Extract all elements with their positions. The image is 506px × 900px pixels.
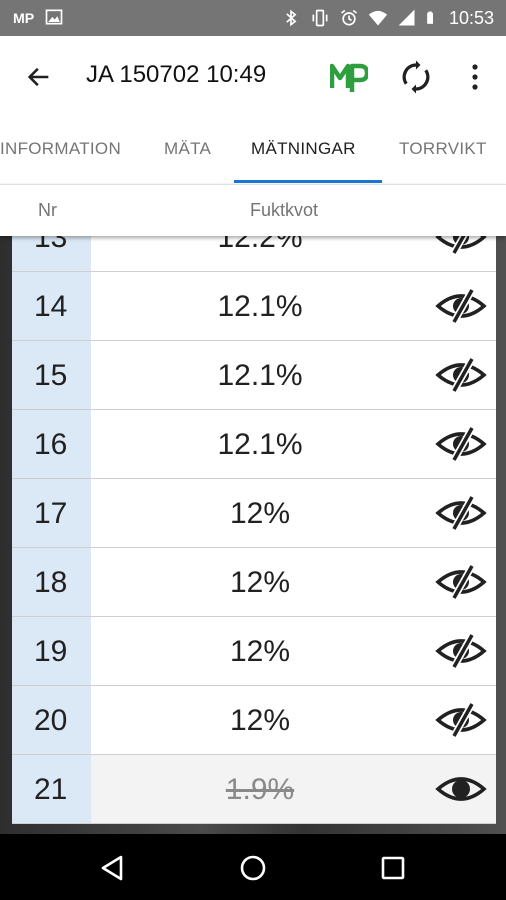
home-circle-icon	[240, 855, 266, 881]
tab-bar: INFORMATION MÄTA MÄTNINGAR TORRVIKT	[0, 116, 506, 184]
row-number: 19	[34, 635, 68, 668]
moisture-value: 12.2%	[217, 236, 303, 254]
row-number: 13	[34, 236, 68, 254]
moisture-value: 12%	[229, 704, 291, 737]
active-tab-indicator	[234, 180, 382, 183]
column-header-nr: Nr	[38, 200, 57, 220]
table-row[interactable]: 20 12%	[12, 686, 496, 755]
tab-mata[interactable]: MÄTA	[164, 138, 211, 160]
nav-back-button[interactable]	[92, 848, 132, 888]
row-number: 14	[34, 290, 68, 323]
row-number: 18	[34, 566, 68, 599]
eye-off-icon[interactable]	[435, 286, 487, 326]
moisture-value: 12%	[229, 566, 291, 599]
page-title: JA 150702 10:49	[86, 61, 267, 88]
eye-icon[interactable]	[435, 769, 487, 809]
image-icon	[45, 9, 63, 25]
more-options-button[interactable]	[460, 57, 490, 97]
row-number: 17	[34, 497, 68, 530]
moisture-value: 12%	[229, 635, 291, 668]
row-number: 16	[34, 428, 68, 461]
status-bar: MP 10:53	[0, 0, 506, 36]
app-bar: JA 150702 10:49	[0, 36, 506, 116]
mp-notification-icon: MP	[13, 11, 34, 27]
sync-icon	[402, 60, 430, 94]
alarm-icon	[340, 9, 357, 26]
row-number: 15	[34, 359, 68, 392]
table-header: Nr Fuktkvot	[0, 184, 506, 236]
back-button[interactable]	[20, 58, 58, 96]
table-row[interactable]: 17 12%	[12, 479, 496, 548]
tab-matningar[interactable]: MÄTNINGAR	[251, 138, 356, 160]
more-vert-icon	[472, 64, 478, 90]
moisture-value: 12.1%	[217, 359, 303, 392]
bluetooth-icon	[286, 9, 297, 27]
system-nav-bar	[0, 834, 506, 900]
eye-off-icon[interactable]	[435, 700, 487, 740]
table-row[interactable]: 13 12.2%	[12, 236, 496, 272]
table-row[interactable]: 14 12.1%	[12, 272, 496, 341]
table-row[interactable]: 19 12%	[12, 617, 496, 686]
nav-recents-button[interactable]	[373, 848, 413, 888]
table-row[interactable]: 18 12%	[12, 548, 496, 617]
row-number: 20	[34, 704, 68, 737]
moisture-value: 12.1%	[217, 428, 303, 461]
tab-torrvikt[interactable]: TORRVIKT	[399, 138, 487, 160]
eye-off-icon[interactable]	[435, 424, 487, 464]
back-arrow-icon	[27, 67, 49, 87]
back-triangle-icon	[101, 855, 123, 881]
eye-off-icon[interactable]	[435, 562, 487, 602]
moisture-value: 1.9%	[225, 773, 295, 806]
table-row[interactable]: 15 12.1%	[12, 341, 496, 410]
eye-off-icon[interactable]	[435, 355, 487, 395]
row-number: 21	[34, 773, 68, 806]
mp-logo-icon	[330, 63, 368, 92]
sync-button[interactable]	[396, 57, 436, 97]
battery-icon	[427, 11, 433, 24]
eye-off-icon[interactable]	[435, 493, 487, 533]
table-row[interactable]: 21 1.9%	[12, 755, 496, 824]
clock: 10:53	[448, 8, 494, 28]
eye-off-icon[interactable]	[435, 236, 487, 257]
eye-off-icon[interactable]	[435, 631, 487, 671]
moisture-value: 12%	[229, 497, 291, 530]
table-row[interactable]: 16 12.1%	[12, 410, 496, 479]
nav-home-button[interactable]	[233, 848, 273, 888]
measurement-list[interactable]: 13 12.2% 14 12.1% 15 12.1% 16 12.1% 17 12% 18 12% 19…	[0, 236, 506, 834]
recents-square-icon	[381, 856, 405, 880]
moisture-value: 12.1%	[217, 290, 303, 323]
svg-text:MP: MP	[13, 11, 34, 27]
column-header-fuktkvot: Fuktkvot	[250, 200, 319, 220]
wifi-icon	[368, 10, 388, 26]
vibrate-icon	[312, 9, 328, 27]
tab-information[interactable]: INFORMATION	[0, 138, 121, 160]
signal-icon	[398, 9, 415, 26]
